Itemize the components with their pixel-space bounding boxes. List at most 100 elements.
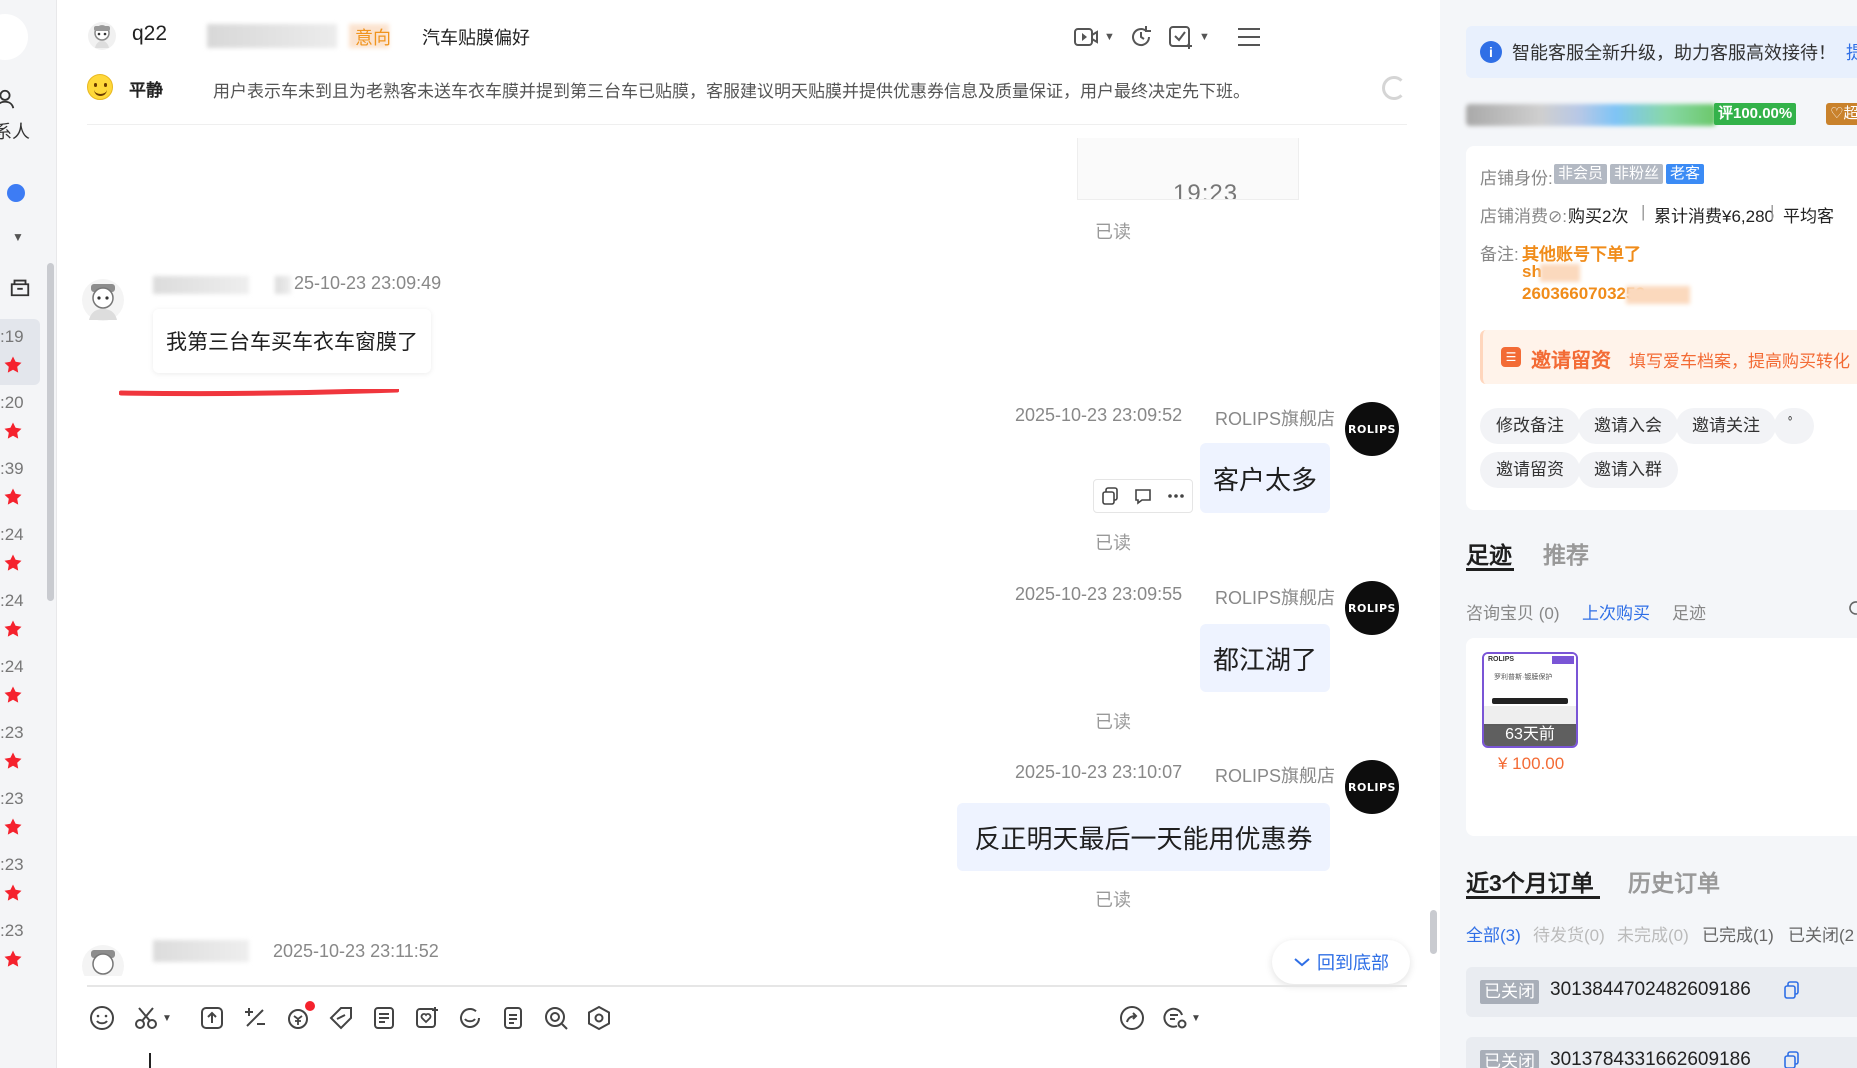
invite-button[interactable] [414,1001,446,1035]
more-actions-button[interactable]: ﾟ [1774,408,1814,444]
message-bubble[interactable]: 反正明天最后一天能用优惠券 [957,803,1330,871]
video-call-button[interactable]: ▼ [1072,20,1115,54]
quick-reply-settings-button[interactable]: ▼ [1162,1001,1204,1035]
sender-name: ROLIPS旗舰店 [1215,409,1336,429]
conversation-item[interactable]: :23 [0,847,40,913]
invite-lead-banner[interactable]: ☰ 邀请留资 填写爱车档案，提高购买转化 [1480,330,1857,384]
read-status: 已读 [1095,890,1131,910]
copy-icon[interactable] [1784,1051,1800,1068]
order-button[interactable] [371,1001,403,1035]
account-avatar[interactable] [0,14,28,60]
conversation-item[interactable]: :39 [0,451,40,517]
copy-button[interactable] [1098,484,1122,508]
invite-lead-button[interactable]: 邀请留资 [1480,452,1580,488]
order-row[interactable]: 已关闭 3013844702482609186 [1466,967,1857,1017]
contacts-icon[interactable] [0,88,16,110]
customer-avatar[interactable] [87,21,117,51]
total-spend: 累计消费¥6,280 [1654,207,1774,226]
copy-icon [1102,487,1119,505]
conversation-scrollbar[interactable] [47,263,54,601]
redaction-mask [1626,286,1690,304]
conversation-item[interactable]: :20 [0,385,40,451]
settings-button[interactable] [586,1001,618,1035]
order-filter-all[interactable]: 全部(3) [1466,921,1521,946]
note-button[interactable] [500,1001,532,1035]
task-button[interactable]: ▼ [1167,20,1210,54]
tab-recent-orders[interactable]: 近3个月订单 [1466,864,1594,898]
customer-avatar[interactable] [81,278,125,322]
conversation-item[interactable]: :24 [0,649,40,715]
quick-phrase-button[interactable] [242,1001,274,1035]
invite-member-button[interactable]: 邀请入会 [1578,408,1678,444]
screenshot-button[interactable]: ▼ [133,1001,175,1035]
invite-group-button[interactable]: 邀请入群 [1578,452,1678,488]
conversation-time: :23 [0,723,24,742]
divider [87,124,1407,125]
message-input[interactable] [149,1053,151,1068]
tab-footprint[interactable]: 足迹 [1466,536,1512,570]
purchase-count: 购买2次 [1568,207,1629,226]
subtab-footprint[interactable]: 足迹 [1672,599,1706,624]
refresh-session-button[interactable] [1127,20,1155,54]
upload-icon [201,1007,223,1029]
conversation-item[interactable]: :24 [0,517,40,583]
conversation-item[interactable]: :19 [0,319,40,385]
active-tab-indicator [1466,568,1514,571]
redaction-mask [1466,104,1716,126]
tab-history-orders[interactable]: 历史订单 [1628,864,1720,898]
discount-button[interactable] [328,1001,360,1035]
tab-recommend[interactable]: 推荐 [1543,536,1589,570]
image-timestamp: 19:23 [1173,180,1239,200]
message-bubble[interactable]: 都江湖了 [1200,624,1330,692]
menu-icon [1238,28,1260,46]
order-filter-pending[interactable]: 待发货(0) [1533,921,1605,946]
conversation-item[interactable]: :24 [0,583,40,649]
search-product-button[interactable] [543,1001,575,1035]
store-avatar[interactable]: ROLIPS [1345,760,1399,814]
store-avatar[interactable]: ROLIPS [1345,581,1399,635]
upgrade-notice[interactable]: i 智能客服全新升级，助力客服高效接待！ 提 [1466,26,1857,78]
conversation-item[interactable]: :23 [0,781,40,847]
identity-tag: 老客 [1666,164,1705,184]
service-eval-button[interactable] [457,1001,489,1035]
loading-spinner-icon[interactable] [1382,76,1406,100]
order-row[interactable]: 已关闭 3013784331662609186 [1466,1037,1857,1068]
order-filter-finished[interactable]: 已完成(1) [1702,921,1774,946]
conversation-item[interactable]: :23 [0,715,40,781]
more-button[interactable] [1164,484,1188,508]
message-bubble[interactable]: 我第三台车买车衣车窗膜了 [153,309,431,373]
store-avatar[interactable]: ROLIPS [1345,402,1399,456]
message-bubble[interactable]: 客户太多 [1200,443,1330,513]
info-icon: i [1480,41,1502,63]
avg-spend: 平均客 [1783,207,1834,226]
notice-link[interactable]: 提 [1846,39,1857,65]
edit-remark-button[interactable]: 修改备注 [1480,408,1580,444]
order-filter-unfinished[interactable]: 未完成(0) [1617,921,1689,946]
product-thumbnail[interactable]: ROLIPS 罗利普斯·镀膜保护 63天前 [1482,652,1578,748]
menu-button[interactable] [1235,20,1263,54]
input-toolbar: ▼ ▼ [87,1001,1407,1037]
quote-button[interactable] [1131,484,1155,508]
emoji-button[interactable] [89,1001,121,1035]
subtab-consult[interactable]: 咨询宝贝 (0) [1466,599,1560,624]
customer-avatar[interactable] [81,944,125,976]
refresh-icon[interactable] [1848,600,1857,616]
calm-emoji-icon [87,74,113,100]
invite-follow-button[interactable]: 邀请关注 [1676,408,1776,444]
message-time: 2025-10-23 23:09:55 [1015,584,1183,604]
back-to-bottom-button[interactable]: 回到底部 [1272,940,1410,984]
coupon-button[interactable] [285,1001,317,1035]
image-message[interactable]: 19:23 [1077,138,1299,200]
order-filter-closed[interactable]: 已关闭(2 [1788,921,1854,946]
upload-button[interactable] [199,1001,231,1035]
shop-icon[interactable] [9,276,31,298]
transfer-button[interactable] [1119,1001,1151,1035]
message-time: 2025-10-23 23:10:07 [1015,762,1183,782]
customer-rating: 评100.00% ♡超级 [1466,102,1857,126]
status-dot [7,184,25,202]
conversation-item[interactable]: :23 [0,913,40,979]
chevron-down-icon[interactable]: ▼ [12,230,24,244]
copy-icon[interactable] [1784,981,1800,999]
subtab-last-purchase[interactable]: 上次购买 [1582,599,1650,624]
chat-scrollbar[interactable] [1430,910,1437,954]
